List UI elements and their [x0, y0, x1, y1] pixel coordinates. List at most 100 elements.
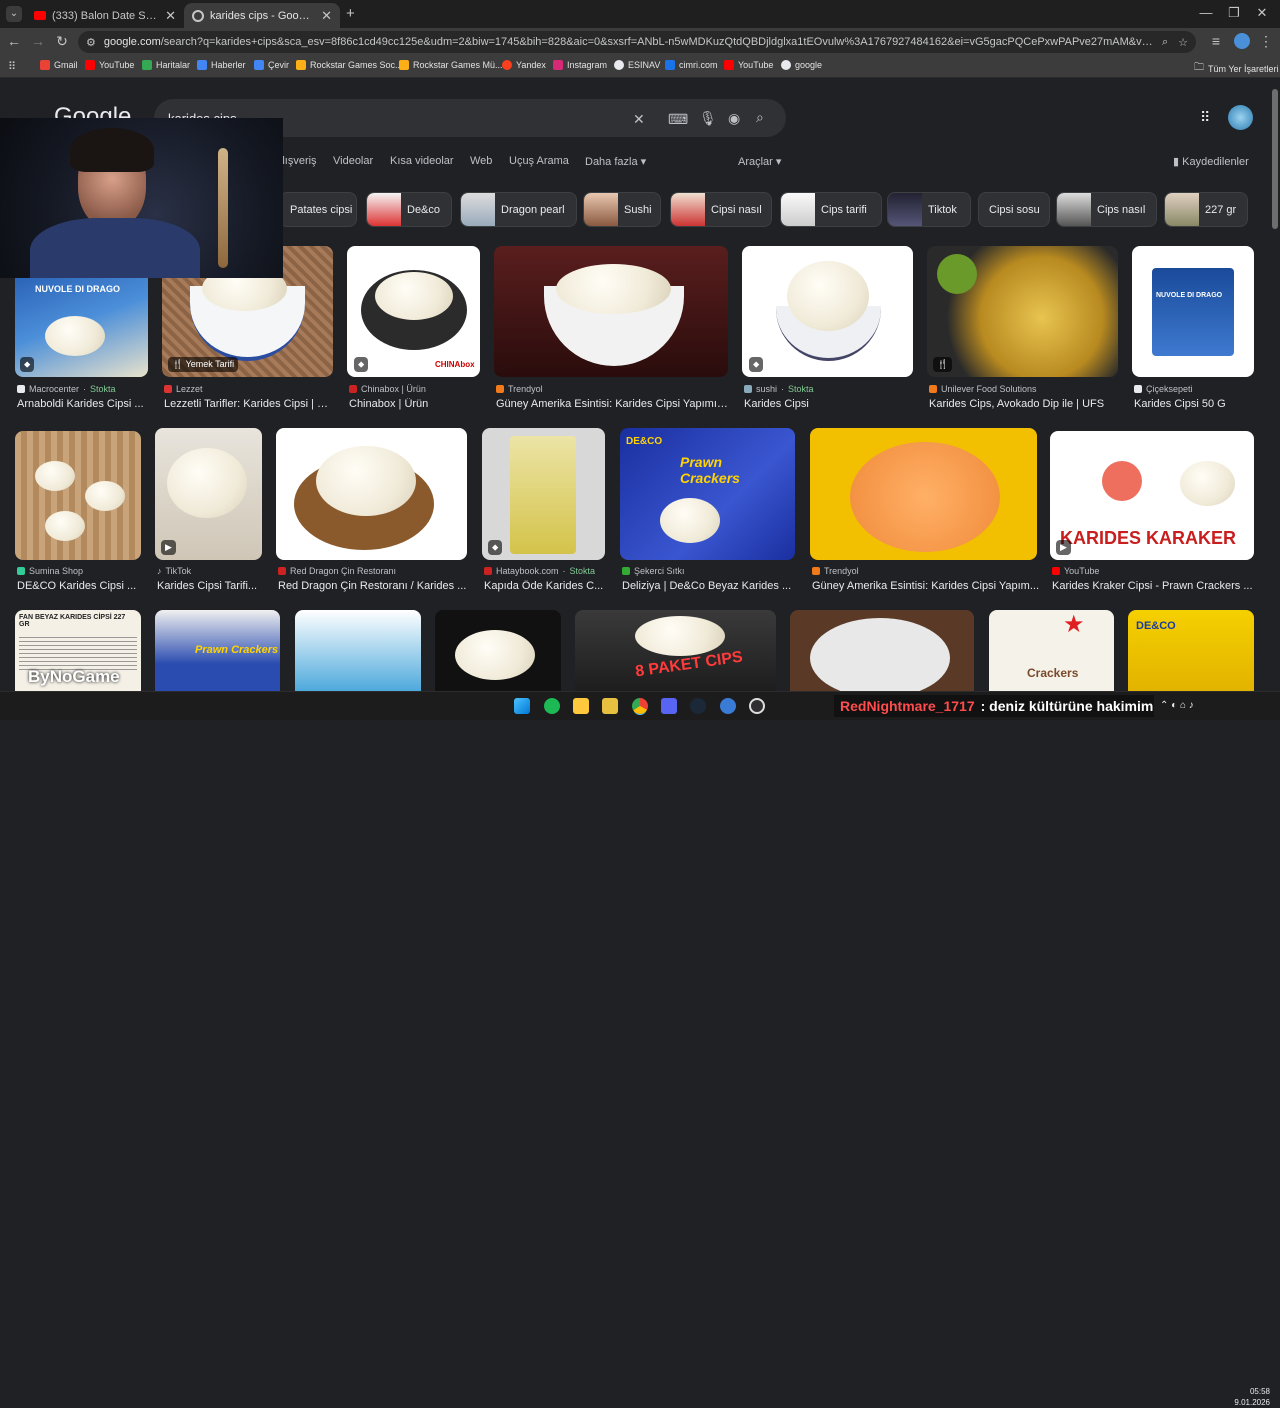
- result-image[interactable]: [742, 246, 913, 377]
- result-title[interactable]: Karides Cipsi 50 G: [1134, 398, 1256, 410]
- result-source[interactable]: Macrocenter · Stokta: [17, 384, 147, 394]
- result-source[interactable]: Şekerci Sıtkı: [622, 566, 797, 576]
- result-title[interactable]: Kapıda Öde Karides C...: [484, 580, 609, 592]
- search-icon[interactable]: ⌕: [756, 109, 764, 126]
- result-title[interactable]: Karides Kraker Cipsi - Prawn Crackers ..…: [1052, 580, 1256, 592]
- result-source[interactable]: Trendyol: [496, 384, 728, 394]
- result-source[interactable]: Çiçeksepeti: [1134, 384, 1256, 394]
- result-title[interactable]: Deliziya | De&Co Beyaz Karides ...: [622, 580, 797, 592]
- result-source[interactable]: Lezzet: [164, 384, 332, 394]
- obs-icon[interactable]: [749, 698, 765, 714]
- maximize-icon[interactable]: ❐: [1224, 5, 1244, 21]
- chip-patates-cipsi[interactable]: Patates cipsi: [279, 192, 357, 227]
- close-tab-icon[interactable]: ✕: [321, 8, 332, 24]
- result-title[interactable]: Karides Cipsi: [744, 398, 912, 410]
- chip-cipsi-nasil[interactable]: Cipsi nasıl: [670, 192, 772, 227]
- reload-icon[interactable]: ↻: [52, 33, 72, 50]
- zoom-icon[interactable]: ⌕: [1162, 36, 1168, 49]
- result-source[interactable]: Unilever Food Solutions: [929, 384, 1119, 394]
- windows-start-icon[interactable]: [514, 698, 530, 714]
- result-image[interactable]: DE&CO: [1128, 610, 1254, 691]
- microphone-icon[interactable]: 🎙: [699, 110, 717, 127]
- result-source[interactable]: Sumina Shop: [17, 566, 143, 576]
- steam-icon[interactable]: [690, 698, 706, 714]
- result-image[interactable]: [295, 610, 421, 691]
- bookmark-instagram[interactable]: Instagram: [553, 60, 607, 70]
- tab-videos[interactable]: Videolar: [333, 155, 373, 167]
- tab-web[interactable]: Web: [470, 155, 492, 167]
- page-scrollbar[interactable]: [1272, 79, 1280, 691]
- keyboard-icon[interactable]: ⌨: [668, 111, 688, 128]
- bookmark-youtube-2[interactable]: YouTube: [724, 60, 773, 70]
- tab-short-videos[interactable]: Kısa videolar: [390, 155, 454, 167]
- bookmark-haberler[interactable]: Haberler: [197, 60, 246, 70]
- window-close-icon[interactable]: ✕: [1252, 5, 1272, 21]
- all-bookmarks[interactable]: 🗀 Tüm Yer İşaretleri: [1194, 60, 1279, 77]
- network-app-icon[interactable]: [720, 698, 736, 714]
- result-title[interactable]: Karides Cipsi Tarifi...: [157, 580, 267, 592]
- tab-more[interactable]: Daha fazla ▾: [585, 155, 646, 168]
- lens-icon[interactable]: ◉: [728, 110, 740, 127]
- tab-search-button[interactable]: ⌄: [6, 6, 22, 22]
- bookmark-google[interactable]: google: [781, 60, 822, 70]
- result-title[interactable]: Red Dragon Çin Restoranı / Karides ...: [278, 580, 468, 592]
- result-source[interactable]: Trendyol: [812, 566, 1039, 576]
- chrome-icon[interactable]: [632, 698, 648, 714]
- result-image[interactable]: [435, 610, 561, 691]
- apps-grid-icon[interactable]: ⠿: [8, 60, 16, 73]
- result-image[interactable]: [15, 431, 141, 560]
- chip-cips-tarifi[interactable]: Cips tarifi: [780, 192, 882, 227]
- result-image[interactable]: [927, 246, 1118, 377]
- folder-icon[interactable]: [602, 698, 618, 714]
- google-apps-icon[interactable]: ⠿: [1200, 109, 1210, 126]
- bookmark-gmail[interactable]: Gmail: [40, 60, 78, 70]
- system-clock[interactable]: 05:58 9.01.2026: [1230, 1386, 1270, 1408]
- bookmark-haritalar[interactable]: Haritalar: [142, 60, 190, 70]
- menu-icon[interactable]: ⋮: [1256, 33, 1276, 50]
- media-controls-icon[interactable]: ≡: [1206, 33, 1226, 49]
- minimize-icon[interactable]: —: [1196, 5, 1216, 20]
- result-title[interactable]: Karides Cips, Avokado Dip ile | UFS: [929, 398, 1119, 410]
- result-image[interactable]: KARIDES KARAKER: [1050, 431, 1254, 560]
- result-image[interactable]: NUVOLE DI DRAGO: [1132, 246, 1254, 377]
- address-bar[interactable]: ⚙ google.com /search?q=karides+cips&sca_…: [78, 31, 1196, 53]
- chip-cipsi-sosu[interactable]: Cipsi sosu: [978, 192, 1050, 227]
- tab-flights[interactable]: Uçuş Arama: [509, 155, 569, 167]
- clear-search-icon[interactable]: ✕: [633, 111, 645, 128]
- account-avatar[interactable]: [1228, 105, 1253, 130]
- tab-google-search[interactable]: karides cips - Google'da Ara ✕: [184, 3, 340, 28]
- result-image[interactable]: [810, 428, 1037, 560]
- bookmark-star-icon[interactable]: ☆: [1178, 36, 1188, 49]
- result-title[interactable]: Chinabox | Ürün: [349, 398, 479, 410]
- result-image[interactable]: 8 PAKET CIPS: [575, 610, 776, 691]
- result-source[interactable]: sushi · Stokta: [744, 384, 912, 394]
- result-source[interactable]: Red Dragon Çin Restoranı: [278, 566, 468, 576]
- profile-avatar[interactable]: [1234, 33, 1250, 49]
- result-source[interactable]: Hataybook.com · Stokta: [484, 566, 609, 576]
- result-image[interactable]: DE&CO Prawn Crackers: [620, 428, 795, 560]
- bookmark-youtube[interactable]: YouTube: [85, 60, 134, 70]
- close-tab-icon[interactable]: ✕: [165, 8, 176, 24]
- explorer-icon[interactable]: [573, 698, 589, 714]
- result-source[interactable]: Chinabox | Ürün: [349, 384, 479, 394]
- chip-deco[interactable]: De&co: [366, 192, 452, 227]
- bookmark-yandex[interactable]: Yandex: [502, 60, 546, 70]
- tray-icons[interactable]: ⌃ ◐ ⌂ ♪: [1160, 700, 1194, 711]
- chip-sushi[interactable]: Sushi: [583, 192, 661, 227]
- forward-icon[interactable]: →: [28, 33, 48, 49]
- site-info-icon[interactable]: ⚙: [86, 36, 96, 49]
- tools-button[interactable]: Araçlar ▾: [738, 155, 781, 168]
- chip-tiktok[interactable]: Tiktok: [887, 192, 971, 227]
- chip-dragon-pearl[interactable]: Dragon pearl: [460, 192, 577, 227]
- back-icon[interactable]: ←: [4, 33, 24, 49]
- scrollbar-thumb[interactable]: [1272, 89, 1278, 229]
- result-image[interactable]: Crackers ★: [989, 610, 1114, 691]
- result-image[interactable]: Prawn Crackers: [155, 610, 280, 691]
- new-tab-button[interactable]: +: [346, 5, 355, 22]
- result-title[interactable]: Arnaboldi Karides Cipsi ...: [17, 398, 147, 410]
- result-title[interactable]: Güney Amerika Esintisi: Karides Cipsi Ya…: [496, 398, 728, 410]
- saved-button[interactable]: ▮ Kaydedilenler: [1173, 155, 1249, 168]
- chip-cips-nasil[interactable]: Cips nasıl: [1056, 192, 1157, 227]
- bookmark-cimri[interactable]: cimri.com: [665, 60, 718, 70]
- result-title[interactable]: DE&CO Karides Cipsi ...: [17, 580, 143, 592]
